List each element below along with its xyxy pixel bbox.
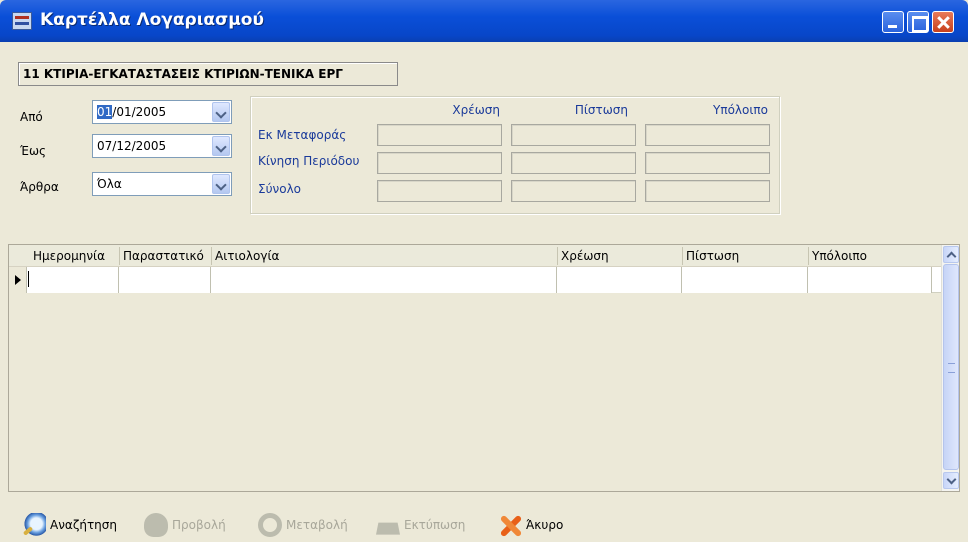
- balance-cell: [511, 124, 636, 146]
- scroll-thumb[interactable]: [943, 264, 959, 470]
- change-label: Μεταβολή: [286, 518, 348, 532]
- to-label: Έως: [20, 144, 47, 158]
- search-button[interactable]: Αναζήτηση: [22, 512, 117, 538]
- column-header-date[interactable]: Ημερομηνία: [33, 249, 105, 263]
- articles-value: Όλα: [97, 177, 122, 191]
- close-button[interactable]: [932, 11, 954, 33]
- column-divider: [557, 247, 558, 265]
- scroll-up-icon[interactable]: [943, 246, 959, 263]
- text-cursor: [28, 271, 29, 287]
- search-icon: [22, 513, 46, 537]
- balance-cell: [377, 180, 502, 202]
- articles-combo[interactable]: Όλα: [92, 172, 232, 196]
- cell-debit[interactable]: [557, 267, 682, 293]
- window-title: Καρτέλλα Λογαριασμού: [40, 10, 264, 30]
- balance-header-credit: Πίστωση: [574, 103, 628, 117]
- to-date-combo[interactable]: 07/12/2005: [92, 134, 232, 158]
- column-divider: [682, 247, 683, 265]
- balance-cell: [377, 152, 502, 174]
- cell-balance[interactable]: [808, 267, 932, 293]
- column-divider: [119, 247, 120, 265]
- column-header-description[interactable]: Αιτιολογία: [215, 249, 279, 263]
- balance-row-period-movement: Κίνηση Περιόδου: [258, 154, 360, 168]
- balance-cell: [511, 180, 636, 202]
- column-header-debit[interactable]: Χρέωση: [561, 249, 609, 263]
- from-date-selected: 01: [97, 105, 113, 119]
- to-date-value: 07/12/2005: [97, 139, 167, 153]
- maximize-button[interactable]: [907, 11, 929, 33]
- view-label: Προβολή: [172, 518, 226, 532]
- column-divider: [808, 247, 809, 265]
- cell-credit[interactable]: [682, 267, 808, 293]
- balance-cell: [377, 124, 502, 146]
- column-header-credit[interactable]: Πίστωση: [686, 249, 739, 263]
- column-divider: [211, 247, 212, 265]
- from-date-combo[interactable]: 01/01/2005: [92, 100, 232, 124]
- scroll-down-icon[interactable]: [943, 472, 959, 489]
- balance-cell: [645, 152, 770, 174]
- view-icon: [144, 513, 168, 537]
- view-button[interactable]: Προβολή: [144, 512, 226, 538]
- cell-date[interactable]: [27, 267, 119, 293]
- table-row[interactable]: [27, 267, 941, 293]
- change-icon: [258, 513, 282, 537]
- balance-cell: [511, 152, 636, 174]
- articles-dropdown-icon[interactable]: [212, 174, 230, 194]
- search-label: Αναζήτηση: [50, 518, 117, 532]
- column-header-balance[interactable]: Υπόλοιπο: [812, 249, 867, 263]
- account-title: 11 ΚΤΙΡΙΑ-ΕΓΚΑΤΑΣΤΑΣΕΙΣ ΚΤΙΡΙΩΝ-ΤΕΝΙΚΑ Ε…: [18, 62, 398, 86]
- balance-cell: [645, 124, 770, 146]
- card-icon: [12, 12, 32, 30]
- balance-header-balance: Υπόλοιπο: [713, 103, 768, 117]
- column-header-document[interactable]: Παραστατικό: [123, 249, 204, 263]
- balance-cell: [645, 180, 770, 202]
- print-button[interactable]: Εκτύπωση: [376, 512, 465, 538]
- articles-label: Άρθρα: [20, 180, 59, 194]
- grid-header: Ημερομηνία Παραστατικό Αιτιολογία Χρέωση…: [9, 245, 941, 267]
- balance-header-debit: Χρέωση: [452, 103, 500, 117]
- print-icon: [376, 522, 400, 535]
- cell-document[interactable]: [119, 267, 211, 293]
- vertical-scrollbar[interactable]: [941, 245, 959, 491]
- balance-row-total: Σύνολο: [258, 182, 302, 196]
- from-date-dropdown-icon[interactable]: [212, 102, 230, 122]
- row-indicator-icon: [9, 267, 27, 293]
- change-button[interactable]: Μεταβολή: [258, 512, 348, 538]
- balance-row-carried-forward: Εκ Μεταφοράς: [258, 128, 347, 142]
- title-bar[interactable]: Καρτέλλα Λογαριασμού: [0, 0, 968, 42]
- cell-description[interactable]: [211, 267, 557, 293]
- from-date-rest: /01/2005: [112, 105, 167, 119]
- cancel-label: Άκυρο: [526, 518, 564, 532]
- entries-grid[interactable]: Ημερομηνία Παραστατικό Αιτιολογία Χρέωση…: [8, 244, 960, 492]
- cancel-button[interactable]: Άκυρο: [498, 512, 563, 538]
- from-label: Από: [20, 110, 43, 124]
- from-date-value[interactable]: 01/01/2005: [97, 105, 166, 119]
- cancel-icon: [498, 513, 522, 537]
- print-label: Εκτύπωση: [404, 518, 466, 532]
- to-date-dropdown-icon[interactable]: [212, 136, 230, 156]
- bottom-toolbar: Αναζήτηση Προβολή Μεταβολή Εκτύπωση Άκυρ…: [0, 504, 968, 542]
- minimize-button[interactable]: [882, 11, 904, 33]
